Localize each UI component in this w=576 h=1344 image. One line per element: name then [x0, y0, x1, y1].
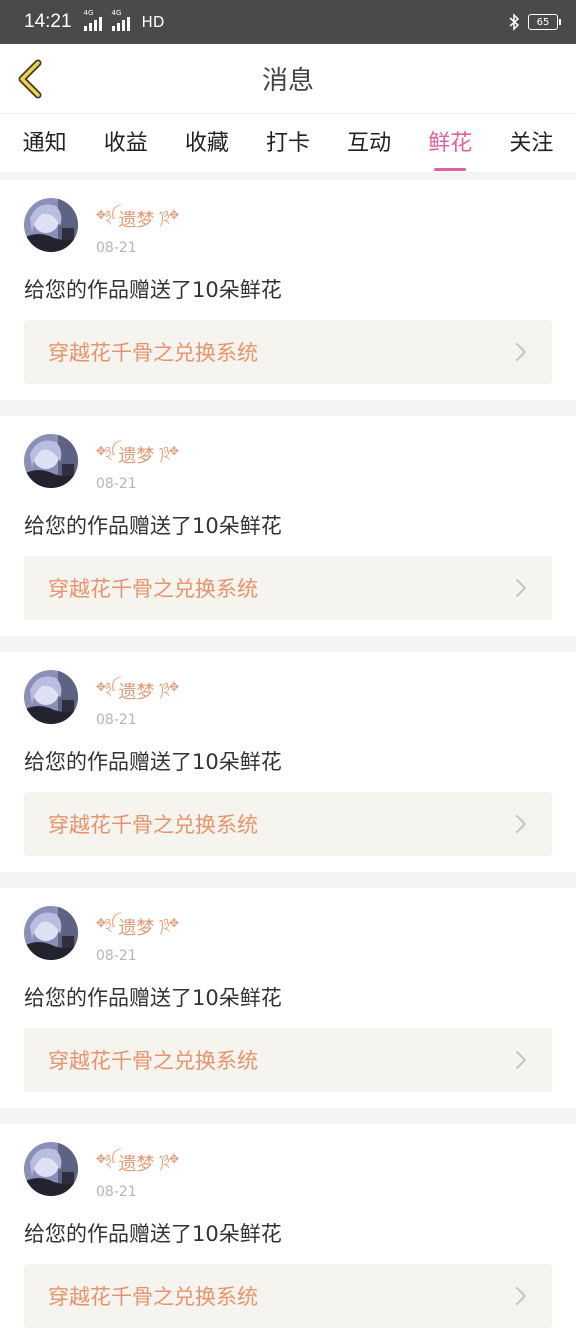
chevron-right-icon — [516, 1287, 526, 1305]
message-list: ✥྅ꪶ 遗梦 ꫂ྅✥ 08-21 给您的作品赠送了10朵鲜花 穿越花千骨之兑换系… — [0, 180, 576, 1344]
message-date: 08-21 — [96, 712, 137, 728]
name-ornament-right: ꫂ྅✥ — [158, 444, 179, 458]
username-text: 遗梦 — [118, 918, 155, 939]
chevron-right-icon — [516, 579, 526, 597]
chevron-right-icon — [516, 343, 526, 361]
page-header: 消息 — [0, 44, 576, 114]
work-link[interactable]: 穿越花千骨之兑换系统 — [24, 792, 552, 856]
username-text: 遗梦 — [118, 446, 155, 467]
tab-favorites[interactable]: 收藏 — [179, 121, 235, 165]
name-ornament-right: ꫂ྅✥ — [158, 208, 179, 222]
message-card: ✥྅ꪶ 遗梦 ꫂ྅✥ 08-21 给您的作品赠送了10朵鲜花 穿越花千骨之兑换系… — [0, 1124, 576, 1344]
work-link[interactable]: 穿越花千骨之兑换系统 — [24, 1264, 552, 1328]
message-date: 08-21 — [96, 1184, 137, 1200]
avatar[interactable] — [24, 906, 78, 960]
work-link[interactable]: 穿越花千骨之兑换系统 — [24, 556, 552, 620]
avatar[interactable] — [24, 1142, 78, 1196]
message-card: ✥྅ꪶ 遗梦 ꫂ྅✥ 08-21 给您的作品赠送了10朵鲜花 穿越花千骨之兑换系… — [0, 888, 576, 1108]
battery-icon: 65 — [528, 14, 561, 30]
chevron-right-icon — [516, 1051, 526, 1069]
name-ornament-left: ✥྅ꪶ — [96, 444, 115, 458]
username[interactable]: ✥྅ꪶ 遗梦 ꫂ྅✥ — [96, 438, 179, 472]
message-date: 08-21 — [96, 240, 137, 256]
hd-indicator: HD — [141, 13, 165, 31]
name-ornament-left: ✥྅ꪶ — [96, 680, 115, 694]
avatar[interactable] — [24, 670, 78, 724]
tab-notice[interactable]: 通知 — [17, 121, 73, 165]
message-card: ✥྅ꪶ 遗梦 ꫂ྅✥ 08-21 给您的作品赠送了10朵鲜花 穿越花千骨之兑换系… — [0, 652, 576, 872]
message-date: 08-21 — [96, 948, 137, 964]
avatar[interactable] — [24, 198, 78, 252]
tab-follow[interactable]: 关注 — [503, 121, 559, 165]
status-bar: 14:21 4G 4G HD 65 — [0, 0, 576, 44]
username-text: 遗梦 — [118, 210, 155, 231]
message-text: 给您的作品赠送了10朵鲜花 — [24, 1222, 282, 1246]
message-card: ✥྅ꪶ 遗梦 ꫂ྅✥ 08-21 给您的作品赠送了10朵鲜花 穿越花千骨之兑换系… — [0, 416, 576, 636]
signal-icon: 4G — [83, 9, 102, 31]
tab-earnings[interactable]: 收益 — [98, 121, 154, 165]
username-text: 遗梦 — [118, 1154, 155, 1175]
page-title: 消息 — [261, 66, 314, 96]
category-tabs: 通知 收益 收藏 打卡 互动 鲜花 关注 — [0, 114, 576, 172]
name-ornament-right: ꫂ྅✥ — [158, 1152, 179, 1166]
username-text: 遗梦 — [118, 682, 155, 703]
work-title: 穿越花千骨之兑换系统 — [48, 1049, 258, 1073]
work-title: 穿越花千骨之兑换系统 — [48, 341, 258, 365]
message-text: 给您的作品赠送了10朵鲜花 — [24, 750, 282, 774]
message-date: 08-21 — [96, 476, 137, 492]
tab-interaction[interactable]: 互动 — [341, 121, 397, 165]
network-type-label: 4G — [83, 9, 94, 17]
tab-flowers[interactable]: 鲜花 — [422, 121, 478, 165]
status-time: 14:21 — [24, 11, 72, 32]
bluetooth-icon — [509, 13, 520, 31]
work-title: 穿越花千骨之兑换系统 — [48, 1285, 258, 1309]
name-ornament-left: ✥྅ꪶ — [96, 208, 115, 222]
message-card: ✥྅ꪶ 遗梦 ꫂ྅✥ 08-21 给您的作品赠送了10朵鲜花 穿越花千骨之兑换系… — [0, 180, 576, 400]
name-ornament-right: ꫂ྅✥ — [158, 680, 179, 694]
work-link[interactable]: 穿越花千骨之兑换系统 — [24, 320, 552, 384]
username[interactable]: ✥྅ꪶ 遗梦 ꫂ྅✥ — [96, 674, 179, 708]
battery-level: 65 — [536, 16, 550, 28]
message-text: 给您的作品赠送了10朵鲜花 — [24, 986, 282, 1010]
username[interactable]: ✥྅ꪶ 遗梦 ꫂ྅✥ — [96, 202, 179, 236]
work-title: 穿越花千骨之兑换系统 — [48, 813, 258, 837]
work-link[interactable]: 穿越花千骨之兑换系统 — [24, 1028, 552, 1092]
message-text: 给您的作品赠送了10朵鲜花 — [24, 514, 282, 538]
chevron-right-icon — [516, 815, 526, 833]
signal-group: 4G 4G HD — [83, 9, 165, 31]
name-ornament-left: ✥྅ꪶ — [96, 916, 115, 930]
name-ornament-right: ꫂ྅✥ — [158, 916, 179, 930]
name-ornament-left: ✥྅ꪶ — [96, 1152, 115, 1166]
message-text: 给您的作品赠送了10朵鲜花 — [24, 278, 282, 302]
avatar[interactable] — [24, 434, 78, 488]
network-type-label: 4G — [111, 9, 122, 17]
tab-checkin[interactable]: 打卡 — [260, 121, 316, 165]
username[interactable]: ✥྅ꪶ 遗梦 ꫂ྅✥ — [96, 1146, 179, 1180]
username[interactable]: ✥྅ꪶ 遗梦 ꫂ྅✥ — [96, 910, 179, 944]
signal-icon: 4G — [111, 9, 130, 31]
back-arrow-icon[interactable] — [14, 59, 50, 99]
work-title: 穿越花千骨之兑换系统 — [48, 577, 258, 601]
